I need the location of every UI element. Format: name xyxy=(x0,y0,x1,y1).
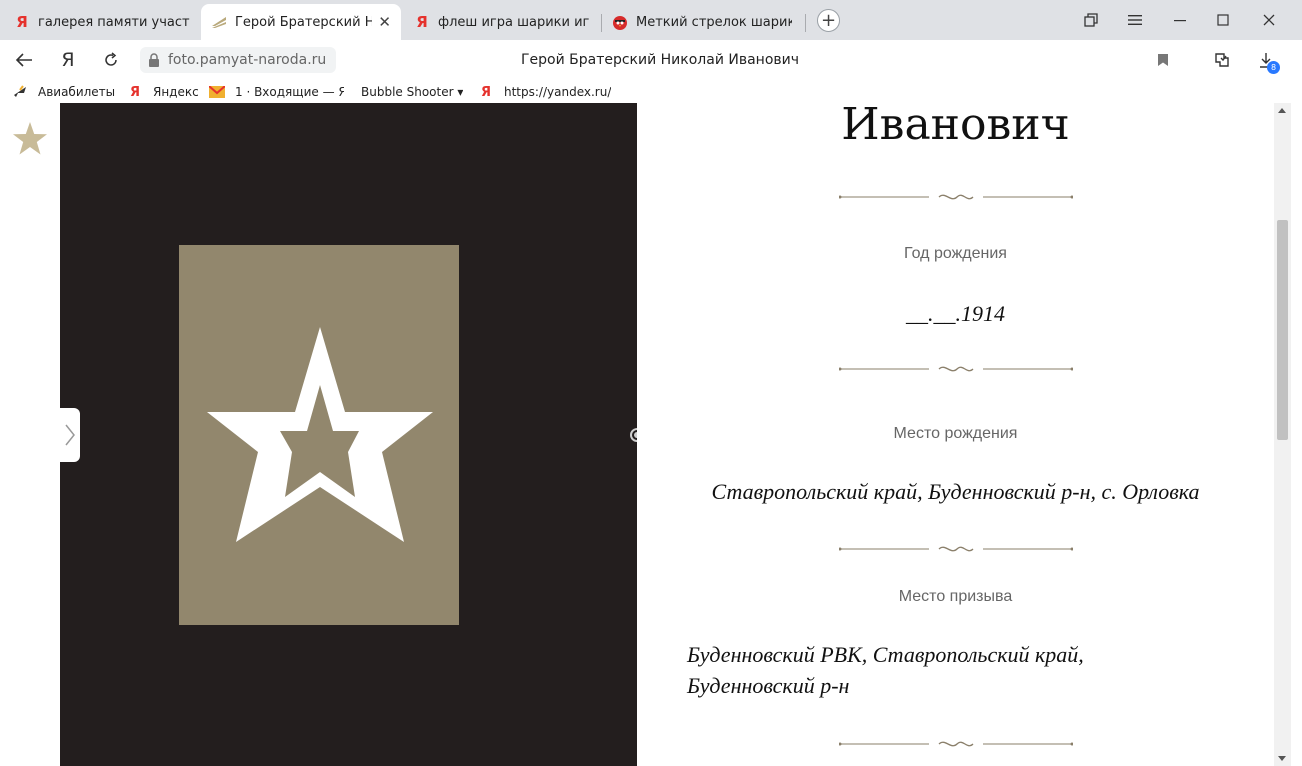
yandex-home-button[interactable]: Я xyxy=(56,48,80,72)
url-field[interactable]: foto.pamyat-naroda.ru xyxy=(140,47,336,73)
bookmark-label: 1 · Входящие — Ян xyxy=(235,85,344,99)
extensions-icon[interactable] xyxy=(1212,50,1232,70)
bookmark-label: Bubble Shooter ▾ xyxy=(361,85,464,99)
reload-icon[interactable] xyxy=(99,48,123,72)
photo-panel xyxy=(60,103,644,766)
plane-icon xyxy=(12,84,28,100)
minimize-icon[interactable] xyxy=(1170,10,1190,30)
birth-place-value: Ставропольский край, Буденновский р-н, с… xyxy=(711,479,1200,504)
tab-gallery[interactable]: Я галерея памяти участников xyxy=(4,4,200,40)
bookmark-bubble-shooter[interactable]: Bubble Shooter ▾ xyxy=(361,83,463,101)
army-star-icon xyxy=(207,327,433,542)
birth-year-value: __.__.1914 xyxy=(906,301,1005,326)
window-close-icon[interactable] xyxy=(1259,10,1279,30)
back-icon[interactable] xyxy=(12,48,36,72)
left-sidebar xyxy=(0,103,60,766)
tab-separator xyxy=(805,14,806,32)
url-text: foto.pamyat-naroda.ru xyxy=(168,52,327,68)
bookmark-label: Авиабилеты xyxy=(38,85,116,99)
new-tab-button[interactable]: + xyxy=(817,9,840,32)
bookmarks-bar: Авиабилеты Я Яндекс 1 · Входящие — Ян Bu… xyxy=(0,80,1302,103)
conscription-place-label: Место призыва xyxy=(898,588,1013,605)
bookmark-icon[interactable] xyxy=(1153,50,1173,70)
bookmark-aviabilety[interactable]: Авиабилеты xyxy=(12,83,115,101)
menu-icon[interactable] xyxy=(1125,10,1145,30)
tab-label: флеш игра шарики играть xyxy=(438,14,590,30)
address-bar: Я foto.pamyat-naroda.ru Герой Братерский… xyxy=(0,40,1302,80)
profile-info: Иванович Год рождения __.__.1914 Место р… xyxy=(637,103,1274,766)
scroll-down-icon[interactable] xyxy=(1278,756,1286,761)
tab-flash-game[interactable]: Я флеш игра шарики играть xyxy=(404,4,600,40)
ornament-divider xyxy=(839,366,1073,372)
bookmark-yandex[interactable]: Я Яндекс xyxy=(127,83,199,101)
bookmark-label: https://yandex.ru/? xyxy=(504,85,611,99)
maximize-icon[interactable] xyxy=(1213,10,1233,30)
mail-icon xyxy=(209,84,225,100)
birth-year-label: Год рождения xyxy=(904,245,1007,262)
chevron-right-icon[interactable] xyxy=(60,408,80,462)
conscription-place-value: Буденновский РВК, Ставропольский край, Б… xyxy=(687,642,1084,698)
tab-hero[interactable]: Герой Братерский Никс ✕ xyxy=(201,4,401,40)
downloads-badge: 8 xyxy=(1267,61,1280,74)
tab-strip: Я галерея памяти участников Герой Братер… xyxy=(0,0,1302,40)
tab-label: Герой Братерский Никс xyxy=(235,14,373,30)
page-title: Герой Братерский Николай Иванович xyxy=(520,52,800,68)
yandex-icon: Я xyxy=(480,84,491,100)
ornament-divider xyxy=(839,741,1073,747)
yandex-icon: Я xyxy=(129,84,140,100)
vertical-scrollbar[interactable] xyxy=(1274,103,1291,766)
scrollbar-thumb[interactable] xyxy=(1277,220,1288,440)
hero-name: Иванович xyxy=(841,103,1070,150)
site-icon xyxy=(211,14,227,30)
page-content: Иванович Год рождения __.__.1914 Место р… xyxy=(0,103,1302,766)
lock-icon xyxy=(149,53,159,67)
angry-bird-icon xyxy=(612,14,628,30)
birth-place-label: Место рождения xyxy=(893,425,1018,442)
bookmark-yandex-url[interactable]: Я https://yandex.ru/? xyxy=(478,83,611,101)
close-icon[interactable]: ✕ xyxy=(378,13,391,31)
scroll-up-icon[interactable] xyxy=(1278,108,1286,113)
tabs-overview-icon[interactable] xyxy=(1081,10,1101,30)
bookmark-inbox[interactable]: 1 · Входящие — Ян xyxy=(209,83,344,101)
yandex-icon: Я xyxy=(416,13,428,31)
window-edge xyxy=(1291,103,1302,766)
ornament-divider xyxy=(839,546,1073,552)
star-icon[interactable] xyxy=(12,121,48,157)
bookmark-label: Яндекс xyxy=(153,85,199,99)
tab-label: галерея памяти участников xyxy=(38,14,190,30)
tab-label: Меткий стрелок шарики с xyxy=(636,14,792,30)
photo-placeholder xyxy=(179,245,459,625)
tab-sharpshooter[interactable]: Меткий стрелок шарики с xyxy=(602,4,802,40)
ornament-divider xyxy=(839,194,1073,200)
yandex-icon: Я xyxy=(16,13,28,31)
